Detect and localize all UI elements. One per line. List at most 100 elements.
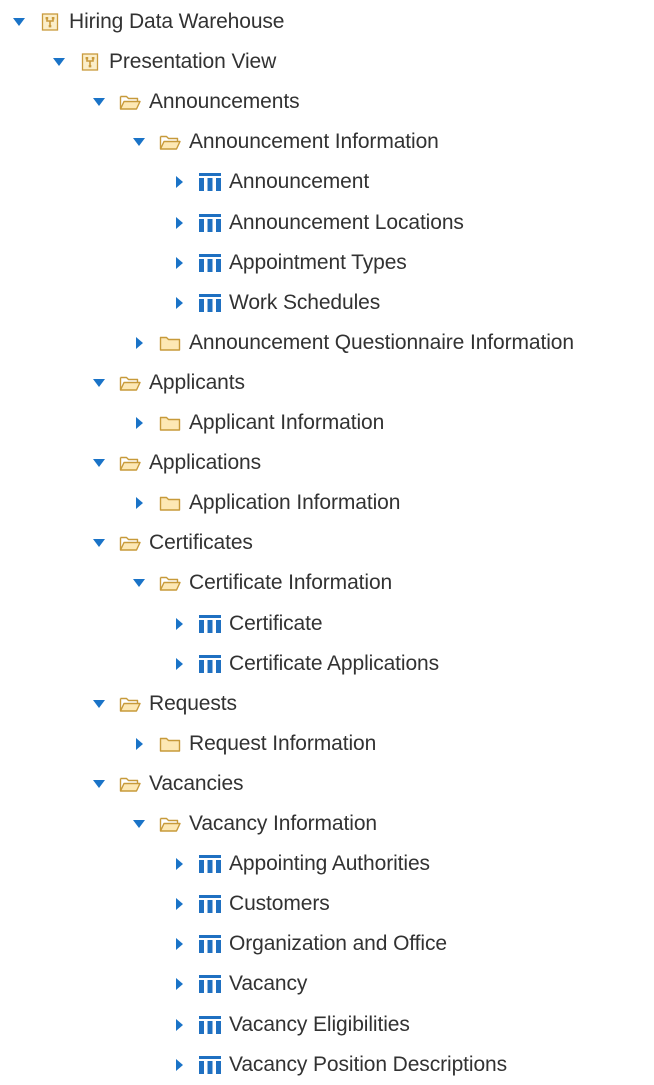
tree-item[interactable]: Applicant Information bbox=[132, 403, 384, 443]
tree-item-label: Customers bbox=[229, 892, 330, 916]
collapse-arrow-icon[interactable] bbox=[92, 536, 106, 550]
tree-item[interactable]: Announcement Information bbox=[132, 122, 439, 162]
folder-icon bbox=[159, 414, 181, 432]
collapse-arrow-icon[interactable] bbox=[12, 15, 26, 29]
tree-item[interactable]: Customers bbox=[172, 884, 330, 924]
expand-arrow-icon[interactable] bbox=[172, 256, 186, 270]
tree-item[interactable]: Requests bbox=[92, 684, 237, 724]
model-icon bbox=[39, 13, 61, 31]
tree-item[interactable]: Vacancy Eligibilities bbox=[172, 1005, 410, 1045]
tree-item-label: Appointing Authorities bbox=[229, 852, 430, 876]
table-icon bbox=[199, 293, 221, 312]
collapse-arrow-icon[interactable] bbox=[92, 777, 106, 791]
tree-item[interactable]: Hiring Data Warehouse bbox=[12, 2, 284, 42]
tree-item-label: Requests bbox=[149, 691, 237, 715]
tree-item[interactable]: Certificate Applications bbox=[172, 644, 439, 684]
tree-item-label: Request Information bbox=[189, 731, 377, 755]
tree-item[interactable]: Vacancies bbox=[92, 764, 244, 804]
tree-item[interactable]: Certificate bbox=[172, 604, 323, 644]
tree-item[interactable]: Announcement Questionnaire Information bbox=[132, 323, 574, 363]
folder-open-icon bbox=[119, 695, 141, 713]
expand-arrow-icon[interactable] bbox=[132, 336, 146, 350]
expand-arrow-icon[interactable] bbox=[172, 977, 186, 991]
tree-item-label: Announcement bbox=[229, 170, 370, 194]
tree-item[interactable]: Work Schedules bbox=[172, 283, 380, 323]
folder-icon bbox=[159, 334, 181, 352]
tree-item[interactable]: Announcement bbox=[172, 162, 369, 202]
tree-item[interactable]: Appointing Authorities bbox=[172, 844, 430, 884]
tree-item[interactable]: Request Information bbox=[132, 724, 376, 764]
expand-arrow-icon[interactable] bbox=[172, 897, 186, 911]
tree-item-label: Certificate Applications bbox=[229, 651, 440, 675]
table-icon bbox=[199, 1015, 221, 1034]
tree-item-label: Vacancy Information bbox=[189, 812, 377, 835]
tree-item[interactable]: Presentation View bbox=[52, 42, 276, 82]
tree-item-label: Announcement Information bbox=[189, 130, 439, 154]
tree-item-label: Presentation View bbox=[109, 50, 277, 74]
table-icon bbox=[199, 855, 221, 874]
tree-item[interactable]: Applications bbox=[92, 443, 261, 483]
collapse-arrow-icon[interactable] bbox=[92, 376, 106, 390]
expand-arrow-icon[interactable] bbox=[172, 216, 186, 230]
expand-arrow-icon[interactable] bbox=[172, 937, 186, 951]
tree-item-label: Organization and Office bbox=[229, 932, 447, 956]
table-icon bbox=[199, 935, 221, 954]
folder-open-icon bbox=[159, 133, 181, 151]
folder-icon bbox=[159, 494, 181, 512]
folder-open-icon bbox=[119, 534, 141, 552]
tree-item[interactable]: Appointment Types bbox=[172, 243, 407, 283]
tree-item-label: Announcement Questionnaire Information bbox=[189, 330, 574, 354]
tree-item-label: Vacancies bbox=[149, 771, 244, 795]
folder-open-icon bbox=[119, 374, 141, 392]
tree-item-label: Applicant Information bbox=[189, 411, 385, 434]
table-icon bbox=[199, 173, 221, 192]
tree-item-label: Applications bbox=[149, 451, 262, 475]
tree-item[interactable]: Applicants bbox=[92, 363, 245, 403]
expand-arrow-icon[interactable] bbox=[172, 1058, 186, 1072]
collapse-arrow-icon[interactable] bbox=[132, 135, 146, 149]
folder-open-icon bbox=[119, 454, 141, 472]
model-icon bbox=[79, 53, 101, 71]
tree-item[interactable]: Vacancy bbox=[172, 964, 307, 1004]
tree-item-label: Vacancy Position Descriptions bbox=[229, 1052, 508, 1076]
tree-item[interactable]: Announcements bbox=[92, 82, 300, 122]
expand-arrow-icon[interactable] bbox=[172, 857, 186, 871]
expand-arrow-icon[interactable] bbox=[172, 296, 186, 310]
tree-item[interactable]: Certificates bbox=[92, 523, 253, 563]
collapse-arrow-icon[interactable] bbox=[92, 697, 106, 711]
expand-arrow-icon[interactable] bbox=[172, 1018, 186, 1032]
collapse-arrow-icon[interactable] bbox=[52, 55, 66, 69]
collapse-arrow-icon[interactable] bbox=[132, 817, 146, 831]
collapse-arrow-icon[interactable] bbox=[92, 95, 106, 109]
collapse-arrow-icon[interactable] bbox=[132, 576, 146, 590]
expand-arrow-icon[interactable] bbox=[172, 617, 186, 631]
tree-item[interactable]: Certificate Information bbox=[132, 563, 392, 603]
expand-arrow-icon[interactable] bbox=[172, 175, 186, 189]
table-icon bbox=[199, 213, 221, 232]
tree-item[interactable]: Vacancy Information bbox=[132, 804, 377, 844]
tree-item-label: Applicants bbox=[149, 370, 245, 394]
tree-item-label: Certificates bbox=[149, 531, 253, 555]
tree-item[interactable]: Vacancy Position Descriptions bbox=[172, 1045, 507, 1085]
collapse-arrow-icon[interactable] bbox=[92, 456, 106, 470]
tree-item[interactable]: Announcement Locations bbox=[172, 203, 464, 243]
folder-icon bbox=[159, 735, 181, 753]
tree-item-label: Work Schedules bbox=[229, 290, 381, 314]
expand-arrow-icon[interactable] bbox=[172, 657, 186, 671]
tree-item-label: Application Information bbox=[189, 491, 401, 515]
table-icon bbox=[199, 975, 221, 994]
table-icon bbox=[199, 654, 221, 673]
tree-item[interactable]: Application Information bbox=[132, 483, 400, 523]
tree-item-label: Announcements bbox=[149, 90, 300, 114]
table-icon bbox=[199, 1055, 221, 1074]
tree-item-label: Announcement Locations bbox=[229, 210, 464, 234]
folder-open-icon bbox=[159, 815, 181, 833]
expand-arrow-icon[interactable] bbox=[132, 416, 146, 430]
expand-arrow-icon[interactable] bbox=[132, 496, 146, 510]
tree-item[interactable]: Organization and Office bbox=[172, 924, 447, 964]
folder-open-icon bbox=[119, 93, 141, 111]
expand-arrow-icon[interactable] bbox=[132, 737, 146, 751]
table-icon bbox=[199, 614, 221, 633]
tree-item-label: Certificate Information bbox=[189, 571, 393, 595]
data-tree: Hiring Data Warehouse Presentation View An… bbox=[0, 0, 654, 1076]
